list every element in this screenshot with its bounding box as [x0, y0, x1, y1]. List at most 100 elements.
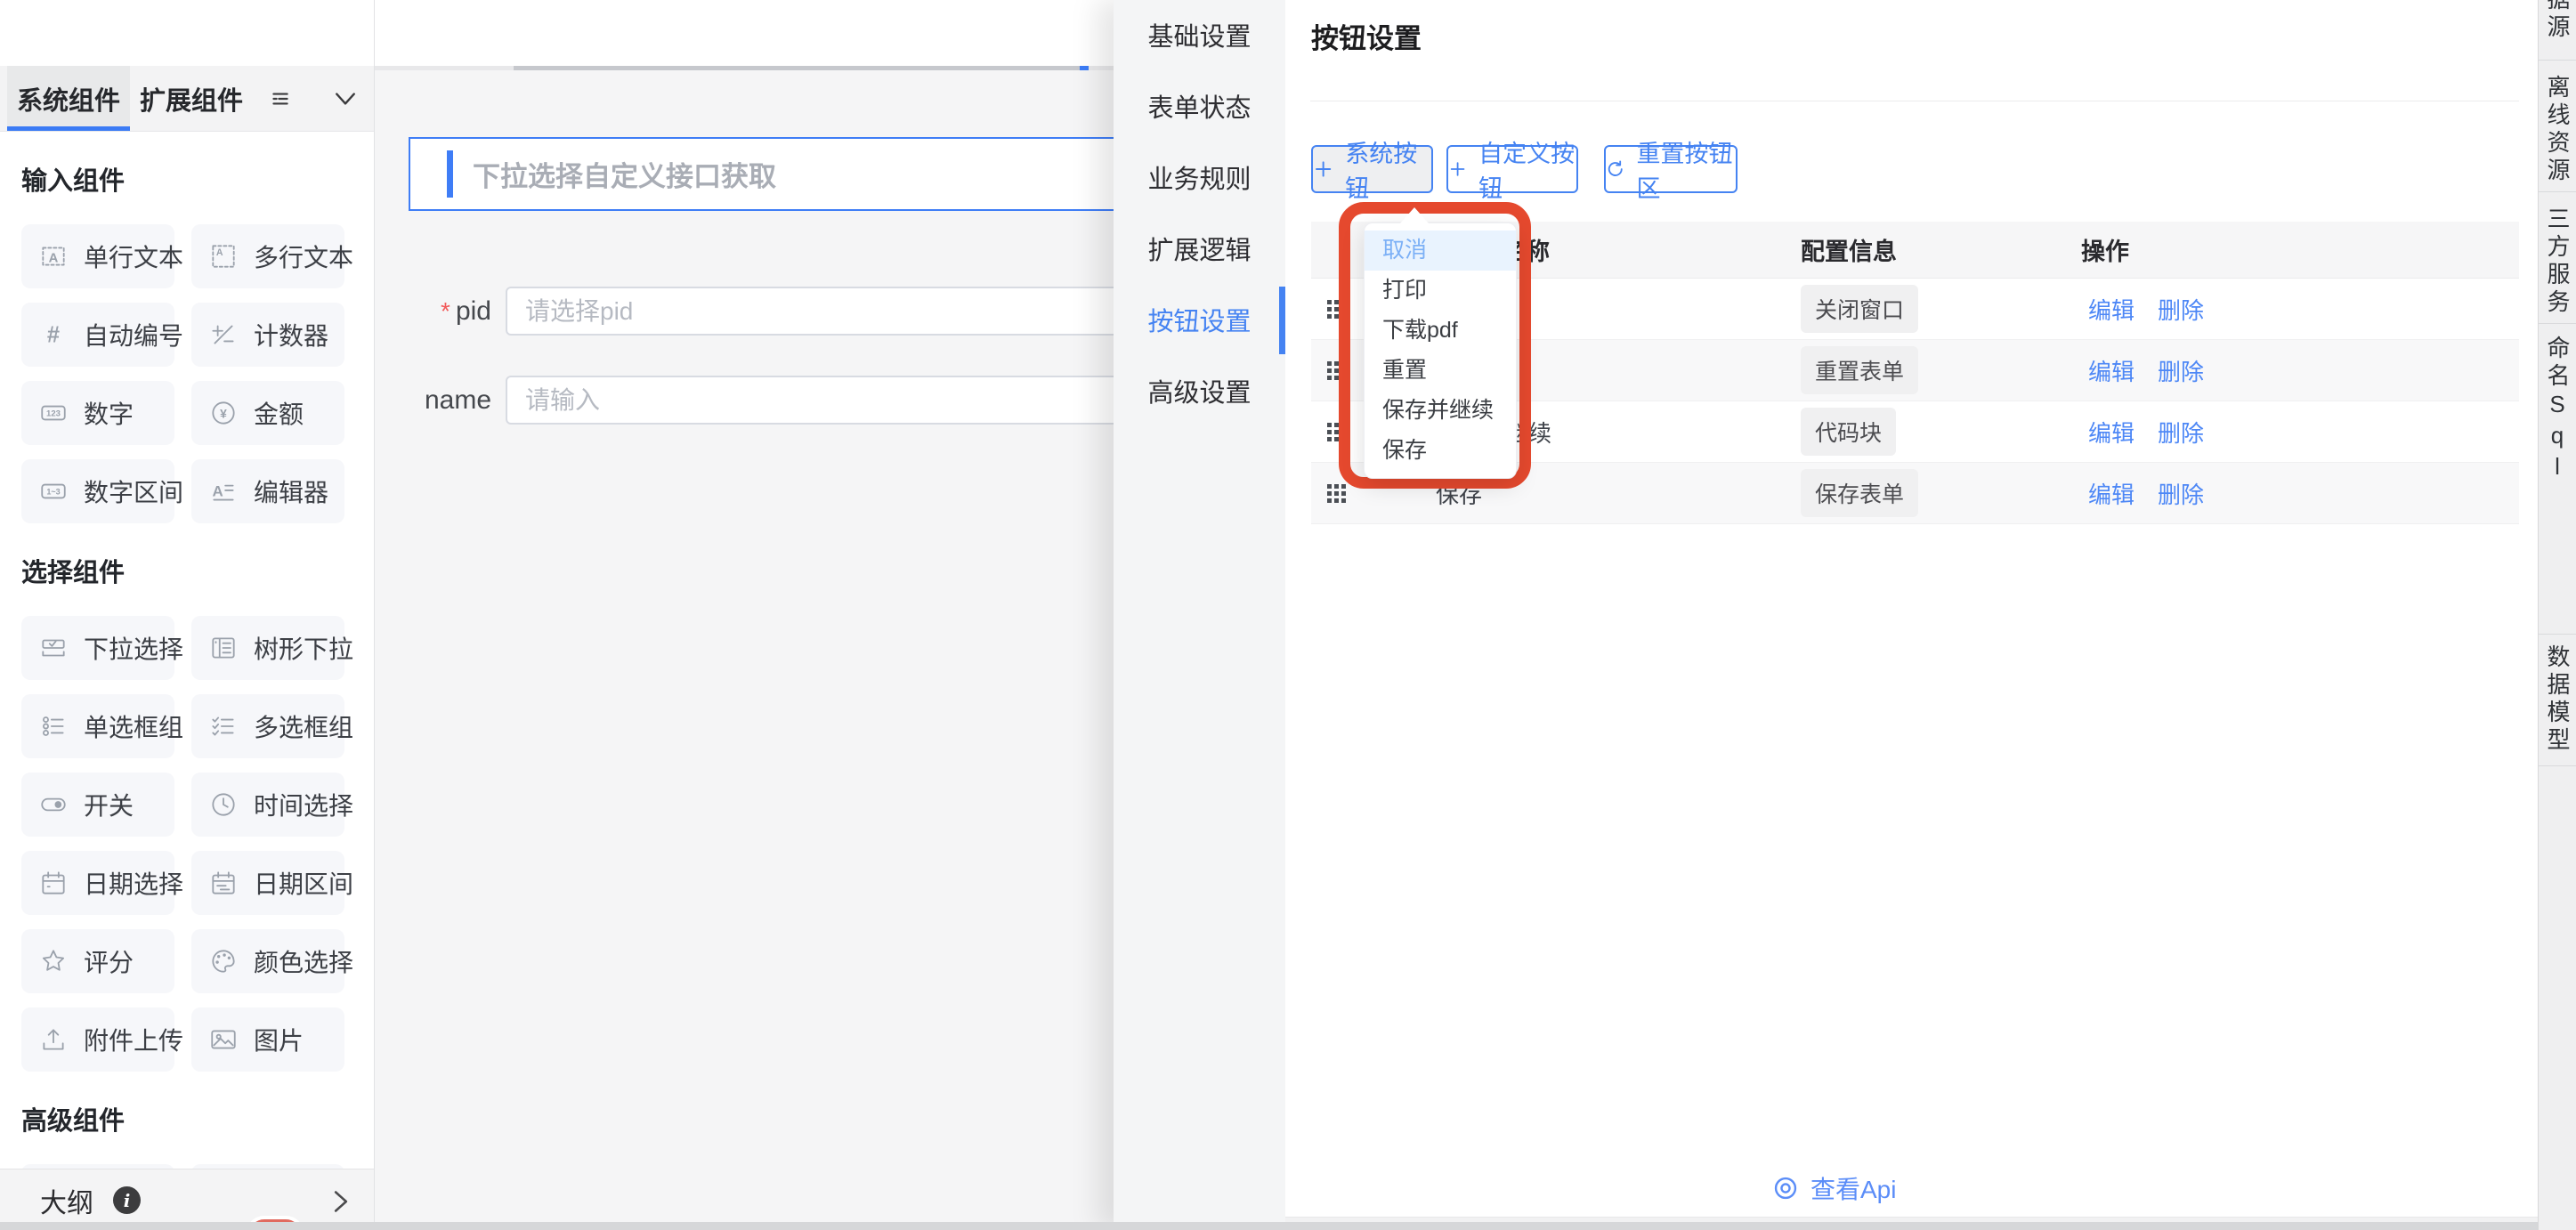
amount-icon: ¥ — [208, 398, 239, 428]
single-line-text-icon: A — [38, 241, 69, 271]
edit-link[interactable]: 编辑 — [2088, 477, 2135, 510]
edit-link[interactable]: 编辑 — [2088, 354, 2135, 387]
drag-handle-icon[interactable] — [1327, 423, 1346, 441]
tab-extension-components[interactable]: 扩展组件 — [130, 66, 253, 131]
delete-link[interactable]: 删除 — [2158, 477, 2204, 510]
strip-tab-offline-resources[interactable]: 离线资源 — [2539, 60, 2576, 192]
select-components-grid: 下拉选择 树形下拉 单选框组 多选框组 开关 — [0, 616, 374, 1072]
component-color-picker[interactable]: 颜色选择 — [191, 929, 344, 993]
component-upload[interactable]: 附件上传 — [21, 1007, 174, 1072]
outline-expand-chevron-right-icon[interactable] — [331, 1189, 351, 1214]
component-label: 单行文本 — [84, 239, 183, 274]
delete-link[interactable]: 删除 — [2158, 416, 2204, 449]
upload-icon — [38, 1024, 69, 1055]
component-label: 图片 — [254, 1022, 304, 1057]
plus-icon — [1448, 158, 1467, 181]
nav-basic-settings[interactable]: 基础设置 — [1114, 2, 1285, 73]
delete-link[interactable]: 删除 — [2158, 354, 2204, 387]
component-number-range[interactable]: 1~3 数字区间 — [21, 459, 174, 523]
dropdown-item-print[interactable]: 打印 — [1365, 271, 1516, 311]
component-number[interactable]: 123 数字 — [21, 381, 174, 445]
component-editor[interactable]: A 编辑器 — [191, 459, 344, 523]
component-auto-number[interactable]: # 自动编号 — [21, 303, 174, 367]
component-label: 下拉选择 — [84, 630, 183, 666]
name-text-input[interactable] — [506, 376, 1114, 425]
strip-tab-named-sql[interactable]: 命名Sql — [2539, 323, 2576, 635]
pid-select-input[interactable] — [506, 287, 1114, 336]
reset-button-area-button[interactable]: 重置按钮区 — [1604, 145, 1738, 193]
system-button-dropdown: 取消 打印 下载pdf 重置 保存并继续 保存 — [1364, 223, 1517, 479]
svg-text:A: A — [216, 247, 223, 258]
settings-nav: 基础设置 表单状态 业务规则 扩展逻辑 按钮设置 高级设置 — [1114, 0, 1285, 1230]
dropdown-item-save[interactable]: 保存 — [1365, 431, 1516, 471]
image-icon — [208, 1024, 239, 1055]
component-label: 多行文本 — [254, 239, 353, 274]
button-name: 保存 — [1361, 477, 1794, 510]
outline-bar: 大纲 i — [0, 1169, 374, 1230]
component-label: 编辑器 — [254, 473, 328, 509]
multiline-text-icon: A — [208, 241, 239, 271]
outline-label: 大纲 — [40, 1181, 93, 1220]
nav-advanced-settings[interactable]: 高级设置 — [1114, 358, 1285, 429]
field-label-pid: *pid — [375, 287, 491, 336]
nav-extension-logic[interactable]: 扩展逻辑 — [1114, 215, 1285, 287]
component-image[interactable]: 图片 — [191, 1007, 344, 1072]
tab-system-components[interactable]: 系统组件 — [7, 66, 130, 131]
component-rating[interactable]: 评分 — [21, 929, 174, 993]
dropdown-item-cancel[interactable]: 取消 — [1365, 231, 1516, 271]
strip-tab-data-source[interactable]: 数据源 — [2539, 0, 2576, 61]
collapse-panel-chevron-down-icon[interactable] — [334, 89, 357, 109]
outline-info-icon[interactable]: i — [113, 1186, 141, 1214]
component-label: 评分 — [84, 943, 134, 979]
selected-component-banner[interactable]: 下拉选择自定义接口获取 — [409, 137, 1114, 211]
canvas-hscrollbar-thumb[interactable] — [514, 66, 1080, 70]
component-radio-group[interactable]: 单选框组 — [21, 694, 174, 758]
dropdown-item-save-and-continue[interactable]: 保存并继续 — [1365, 391, 1516, 431]
delete-link[interactable]: 删除 — [2158, 293, 2204, 326]
component-checkbox-group[interactable]: 多选框组 — [191, 694, 344, 758]
component-tree-select[interactable]: 树形下拉 — [191, 616, 344, 680]
component-select[interactable]: 下拉选择 — [21, 616, 174, 680]
strip-tab-data-model[interactable]: 数据模型 — [2539, 634, 2576, 766]
settings-drawer: 基础设置 表单状态 业务规则 扩展逻辑 按钮设置 高级设置 按钮设置 系统按钮 … — [1114, 0, 2538, 1230]
dropdown-item-download-pdf[interactable]: 下载pdf — [1365, 311, 1516, 351]
tree-select-icon — [208, 633, 239, 663]
drag-handle-icon[interactable] — [1327, 484, 1346, 503]
component-date-picker[interactable]: 日期选择 — [21, 851, 174, 915]
add-system-button[interactable]: 系统按钮 — [1311, 145, 1433, 193]
nav-business-rules[interactable]: 业务规则 — [1114, 144, 1285, 215]
component-amount[interactable]: ¥ 金额 — [191, 381, 344, 445]
nav-button-settings[interactable]: 按钮设置 — [1114, 287, 1285, 358]
column-header-actions: 操作 — [2074, 232, 2519, 267]
date-picker-icon — [38, 868, 69, 898]
drag-handle-icon[interactable] — [1327, 300, 1346, 319]
drag-handle-icon[interactable] — [1327, 361, 1346, 380]
svg-text:#: # — [47, 323, 60, 348]
edit-link[interactable]: 编辑 — [2088, 293, 2135, 326]
component-date-range[interactable]: 日期区间 — [191, 851, 344, 915]
component-single-line-text[interactable]: A 单行文本 — [21, 224, 174, 288]
component-multiline-text[interactable]: A 多行文本 — [191, 224, 344, 288]
component-panel: 系统组件 扩展组件 输入组件 A 单行文本 A 多行文本 — [0, 0, 375, 1230]
component-label: 颜色选择 — [254, 943, 353, 979]
component-label: 时间选择 — [254, 787, 353, 822]
page-title: 按钮设置 — [1311, 16, 1422, 56]
dropdown-item-reset[interactable]: 重置 — [1365, 351, 1516, 391]
view-api-link[interactable]: 查看Api — [1771, 1170, 1896, 1206]
component-time-picker[interactable]: 时间选择 — [191, 773, 344, 837]
time-picker-icon — [208, 789, 239, 820]
component-label: 数字 — [84, 395, 134, 431]
nav-form-status[interactable]: 表单状态 — [1114, 73, 1285, 144]
form-canvas: 下拉选择自定义接口获取 *pid name — [375, 0, 1114, 1230]
color-picker-palette-icon — [208, 946, 239, 976]
component-switch[interactable]: 开关 — [21, 773, 174, 837]
input-components-grid: A 单行文本 A 多行文本 # 自动编号 计数器 123 数字 — [0, 224, 374, 523]
component-palette: 输入组件 A 单行文本 A 多行文本 # 自动编号 计数器 — [0, 132, 374, 1169]
component-label: 自动编号 — [84, 317, 183, 352]
config-tag: 关闭窗口 — [1801, 285, 1918, 333]
add-custom-button[interactable]: 自定义按钮 — [1446, 145, 1578, 193]
component-list-layout-icon[interactable] — [269, 87, 292, 110]
strip-tab-third-party-services[interactable]: 三方服务 — [2539, 191, 2576, 324]
edit-link[interactable]: 编辑 — [2088, 416, 2135, 449]
component-counter[interactable]: 计数器 — [191, 303, 344, 367]
